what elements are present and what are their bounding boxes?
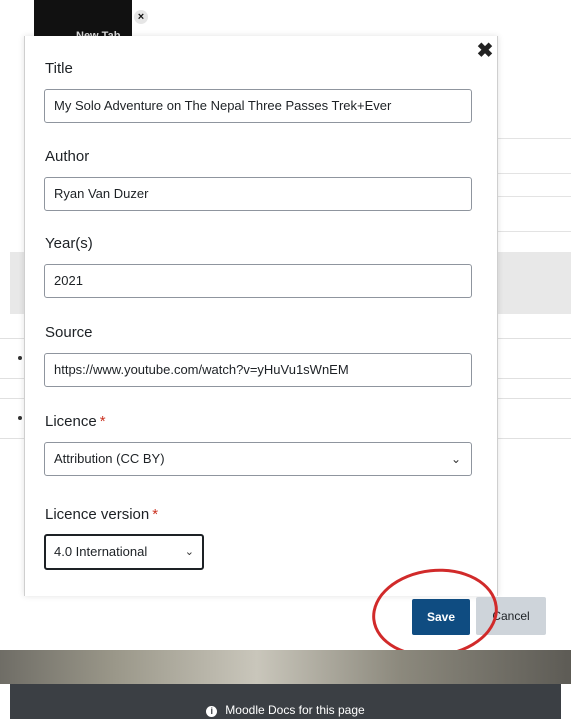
required-marker: * xyxy=(99,413,106,430)
years-label: Year(s) xyxy=(45,235,93,252)
licence-select-value: Attribution (CC BY) xyxy=(54,451,165,466)
background-row xyxy=(496,138,571,174)
years-input[interactable]: 2021 xyxy=(44,264,472,298)
media-attribution-dialog: ✖ Title My Solo Adventure on The Nepal T… xyxy=(24,36,498,596)
title-input[interactable]: My Solo Adventure on The Nepal Three Pas… xyxy=(44,89,472,123)
info-icon: i xyxy=(206,706,218,717)
thumbnail-close-icon[interactable]: × xyxy=(134,10,148,24)
source-input[interactable]: https://www.youtube.com/watch?v=yHuVu1sW… xyxy=(44,353,472,387)
author-label: Author xyxy=(45,148,90,165)
source-label: Source xyxy=(45,324,93,341)
save-button[interactable]: Save xyxy=(412,599,470,635)
background-row xyxy=(496,196,571,232)
author-input[interactable]: Ryan Van Duzer xyxy=(44,177,472,211)
chevron-down-icon: ⌄ xyxy=(184,546,194,558)
licence-version-select-value: 4.0 International xyxy=(54,544,148,559)
cancel-button[interactable]: Cancel xyxy=(476,597,546,635)
moodle-docs-link[interactable]: Moodle Docs for this page xyxy=(225,703,364,717)
background-bullet xyxy=(18,356,22,360)
licence-version-label: Licence version * xyxy=(45,506,158,523)
licence-version-select[interactable]: 4.0 International ⌄ xyxy=(44,534,204,570)
licence-select[interactable]: Attribution (CC BY) ⌄ xyxy=(44,442,472,476)
page-footer: i Moodle Docs for this page xyxy=(10,684,561,719)
licence-label-text: Licence xyxy=(45,413,97,430)
background-bullet xyxy=(18,416,22,420)
title-label: Title xyxy=(45,60,73,77)
background-image-strip xyxy=(0,650,571,684)
chevron-down-icon: ⌄ xyxy=(450,452,461,466)
required-marker: * xyxy=(152,506,159,523)
close-icon[interactable]: ✖ xyxy=(475,41,495,61)
licence-label: Licence * xyxy=(45,413,106,430)
licence-version-label-text: Licence version xyxy=(45,506,150,523)
